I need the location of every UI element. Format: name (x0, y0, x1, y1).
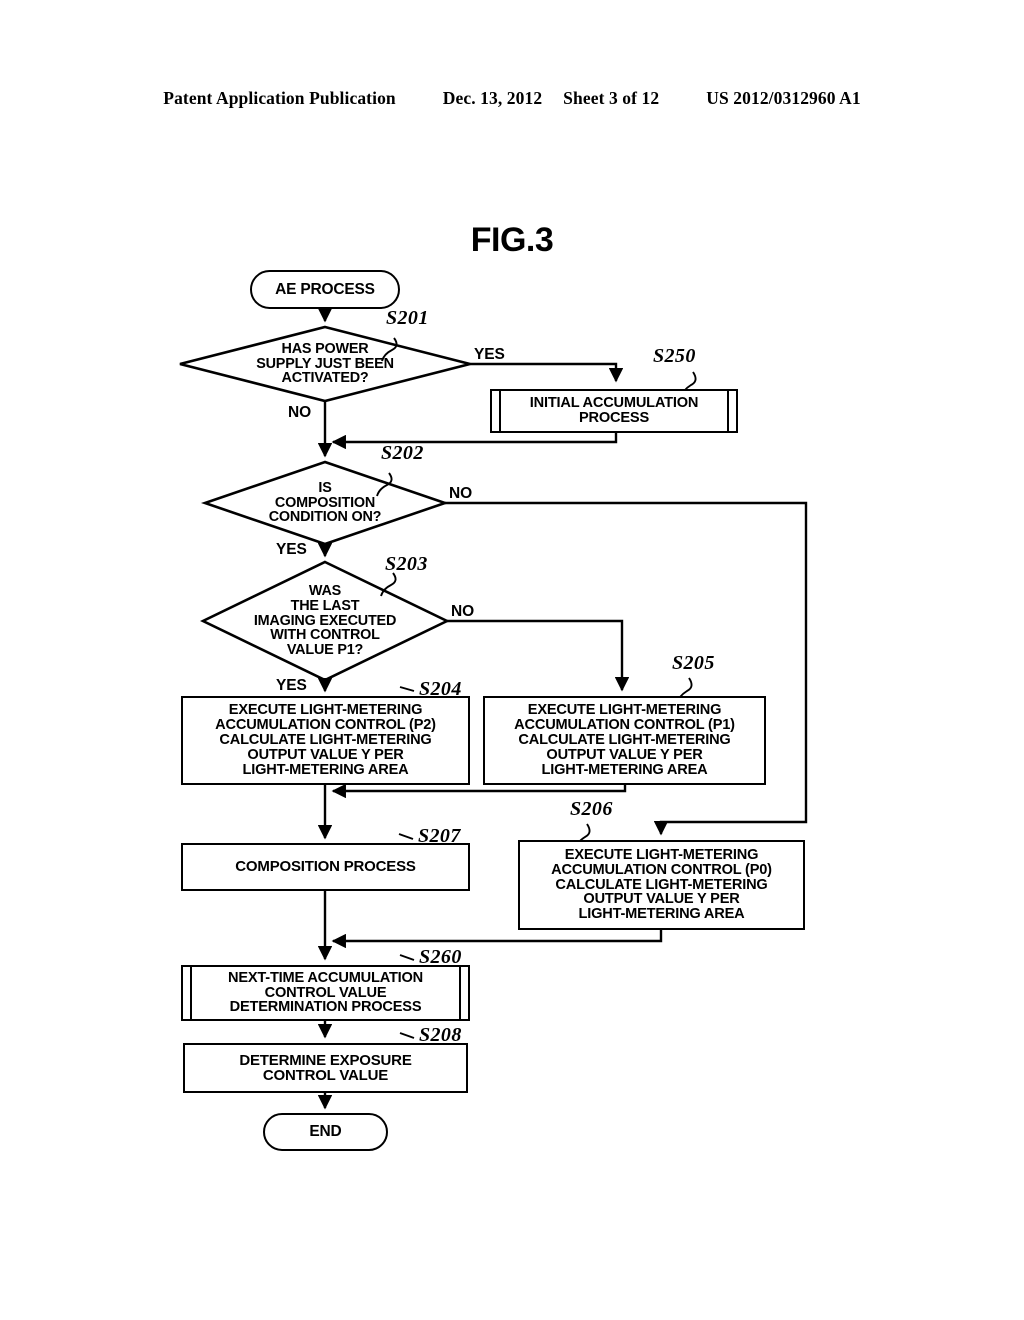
start-terminator-label: AE PROCESS (275, 280, 375, 298)
process-s205-label: EXECUTE LIGHT-METERING ACCUMULATION CONT… (514, 702, 735, 778)
branch-label-s202-yes: YES (276, 541, 307, 558)
end-terminator-label: END (309, 1123, 342, 1141)
predefined-process-s250[interactable]: INITIAL ACCUMULATION PROCESS (490, 389, 738, 433)
branch-label-s202-no: NO (449, 485, 473, 502)
predefined-process-s260-label: NEXT-TIME ACCUMULATION CONTROL VALUE DET… (227, 969, 424, 1016)
process-s208-label: DETERMINE EXPOSURE CONTROL VALUE (239, 1051, 412, 1084)
branch-label-s201-no: NO (288, 404, 312, 421)
branch-label-s201-yes: YES (474, 346, 505, 363)
step-ref-s203: S203 (385, 553, 428, 575)
start-terminator[interactable]: AE PROCESS (250, 270, 400, 309)
predefined-process-s250-label: INITIAL ACCUMULATION PROCESS (529, 395, 699, 426)
flowchart: AE PROCESS HAS POWER SUPPLY JUST BEEN AC… (0, 0, 1024, 1320)
decision-s203-label: WAS THE LAST IMAGING EXECUTED WITH CONTR… (253, 583, 397, 659)
step-ref-s202: S202 (381, 442, 424, 464)
step-ref-s201: S201 (386, 307, 429, 329)
step-ref-s260: S260 (419, 946, 462, 968)
predefined-process-s260[interactable]: NEXT-TIME ACCUMULATION CONTROL VALUE DET… (181, 965, 470, 1021)
process-s207-label: COMPOSITION PROCESS (235, 858, 416, 876)
decision-s202-label: IS COMPOSITION CONDITION ON? (268, 479, 382, 526)
branch-label-s203-no: NO (451, 603, 475, 620)
decision-s201-label: HAS POWER SUPPLY JUST BEEN ACTIVATED? (256, 340, 394, 387)
branch-label-s203-yes: YES (276, 677, 307, 694)
process-s204[interactable]: EXECUTE LIGHT-METERING ACCUMULATION CONT… (181, 696, 470, 785)
leader-s204 (399, 686, 415, 692)
process-s205[interactable]: EXECUTE LIGHT-METERING ACCUMULATION CONT… (483, 696, 766, 785)
end-terminator[interactable]: END (263, 1113, 388, 1151)
leader-s207 (398, 833, 414, 840)
process-s206-label: EXECUTE LIGHT-METERING ACCUMULATION CONT… (551, 846, 772, 923)
step-ref-s208: S208 (419, 1024, 462, 1046)
leader-s208 (399, 1032, 415, 1039)
decision-s202[interactable]: IS COMPOSITION CONDITION ON? (213, 475, 437, 531)
process-s208[interactable]: DETERMINE EXPOSURE CONTROL VALUE (183, 1043, 468, 1093)
step-ref-s204: S204 (419, 678, 462, 700)
flowchart-connectors (179, 308, 808, 1110)
step-ref-s207: S207 (418, 825, 461, 847)
decision-s201[interactable]: HAS POWER SUPPLY JUST BEEN ACTIVATED? (188, 336, 462, 392)
decision-s203[interactable]: WAS THE LAST IMAGING EXECUTED WITH CONTR… (213, 574, 437, 668)
process-s204-label: EXECUTE LIGHT-METERING ACCUMULATION CONT… (215, 702, 436, 778)
process-s206[interactable]: EXECUTE LIGHT-METERING ACCUMULATION CONT… (518, 840, 805, 930)
process-s207[interactable]: COMPOSITION PROCESS (181, 843, 470, 891)
leader-s260 (399, 954, 415, 961)
step-ref-s250: S250 (653, 345, 696, 367)
step-ref-s206: S206 (570, 798, 613, 820)
step-ref-s205: S205 (672, 652, 715, 674)
